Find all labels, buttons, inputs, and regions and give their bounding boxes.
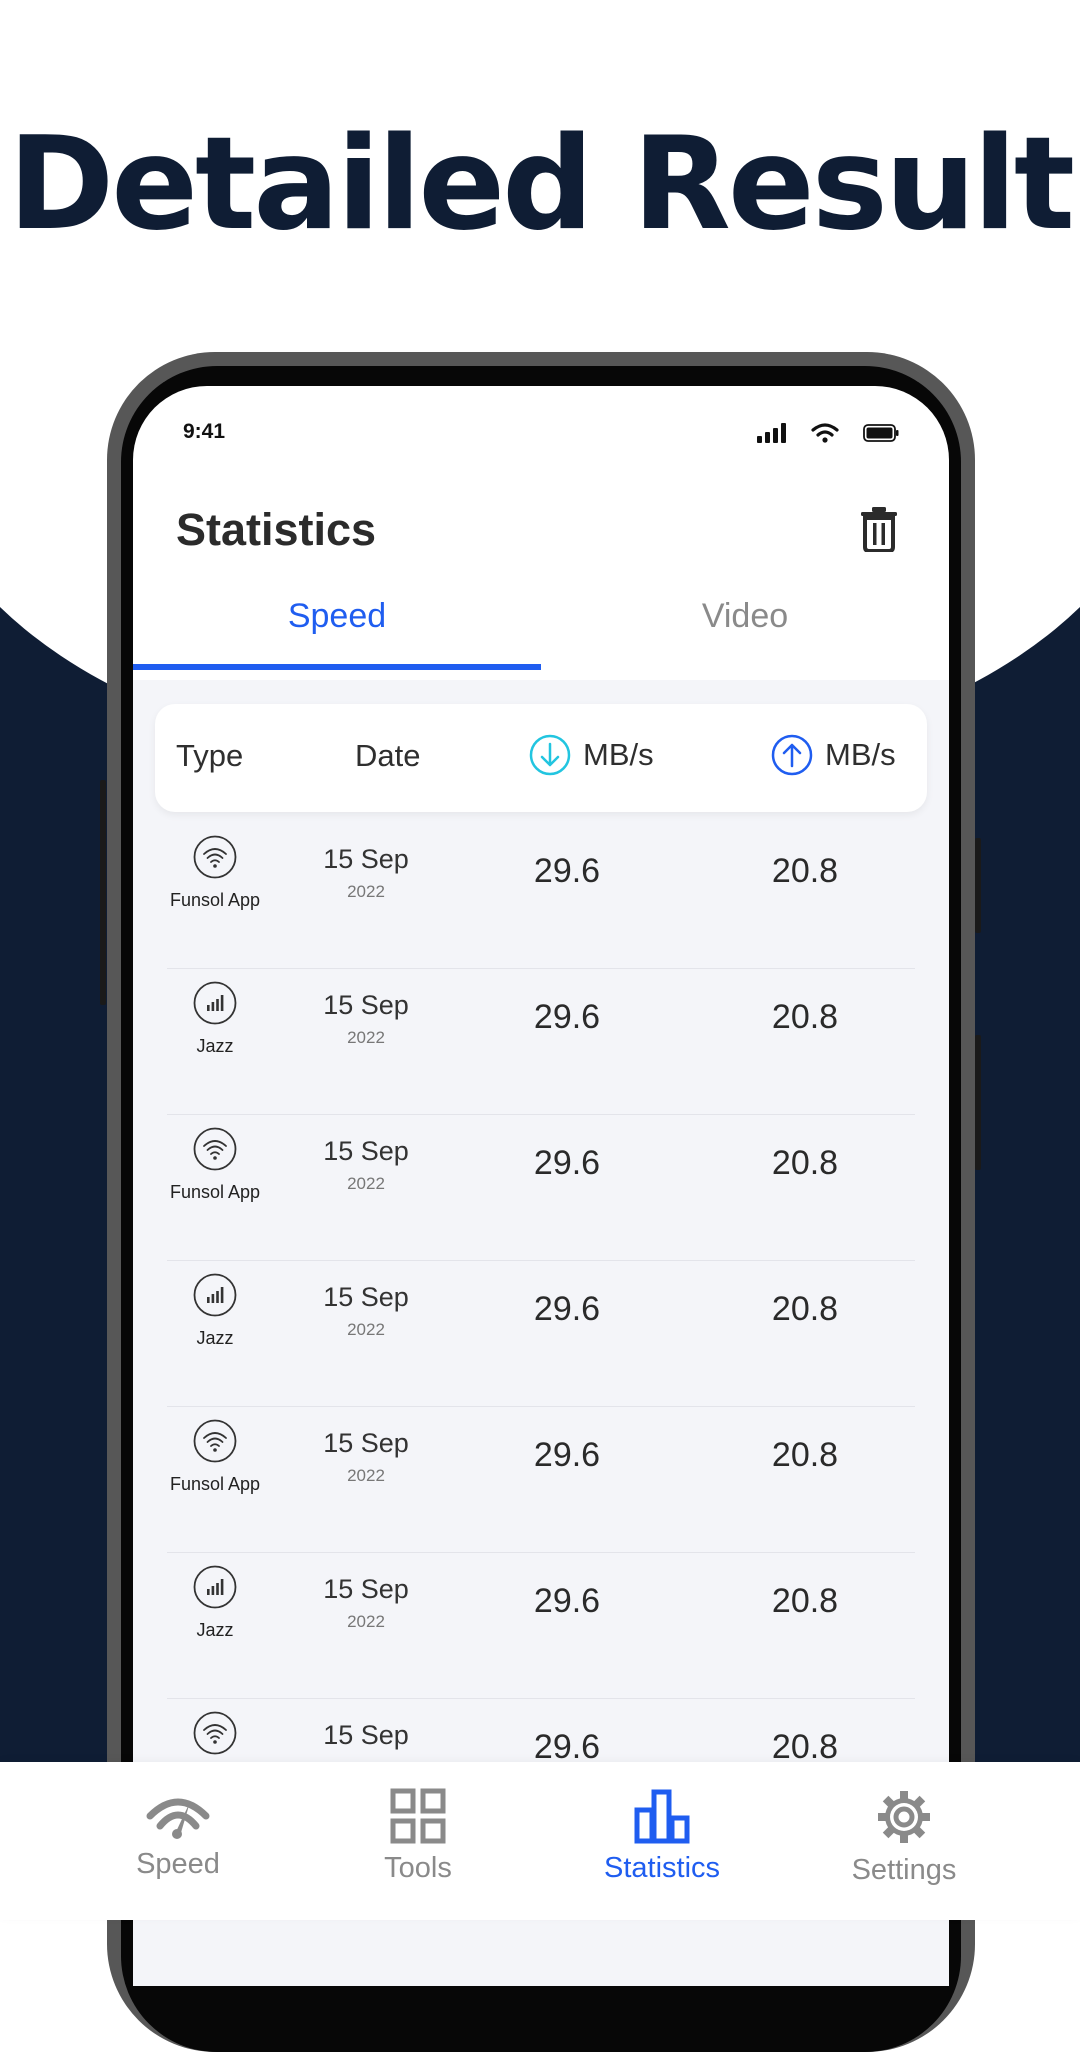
speedometer-icon [146, 1798, 210, 1839]
header-type: Type [176, 738, 244, 773]
row-year: 2022 [347, 1174, 385, 1193]
row-date: 15 Sep [323, 1428, 409, 1458]
phone-side-button [975, 838, 981, 933]
cellular-signal-icon [193, 1565, 237, 1609]
wifi-status-icon [811, 423, 839, 443]
row-download: 29.6 [533, 1290, 601, 1328]
tab-bar: Speed Video [133, 586, 949, 670]
row-type: Funsol App [169, 890, 261, 910]
row-download: 29.6 [533, 852, 601, 890]
nav-settings[interactable]: Settings [804, 1788, 1004, 1908]
row-download: 29.6 [533, 1436, 601, 1474]
row-upload: 20.8 [771, 1144, 839, 1182]
row-type: Jazz [196, 1620, 234, 1640]
row-date: 15 Sep [323, 990, 409, 1020]
row-upload: 20.8 [771, 1436, 839, 1474]
cellular-signal-icon [757, 423, 786, 443]
row-year: 2022 [347, 882, 385, 901]
nav-tools[interactable]: Tools [318, 1788, 518, 1908]
table-row[interactable]: Funsol App 15 Sep 2022 29.6 20.8 [167, 1406, 915, 1553]
row-date: 15 Sep [323, 1720, 409, 1750]
row-date: 15 Sep [323, 844, 409, 874]
wifi-icon [193, 1419, 237, 1463]
row-year: 2022 [347, 1612, 385, 1631]
nav-settings-label: Settings [851, 1854, 957, 1886]
table-row[interactable]: Jazz 15 Sep 2022 29.6 20.8 [167, 968, 915, 1115]
bottom-navigation: Speed Tools Statistics Settings [0, 1762, 1080, 1920]
upload-unit: MB/s [825, 737, 896, 772]
row-year: 2022 [347, 1320, 385, 1339]
row-type: Jazz [196, 1036, 234, 1056]
upload-arrow-icon [771, 734, 813, 776]
battery-icon [863, 424, 899, 442]
active-tab-indicator [133, 664, 541, 670]
row-type: Funsol App [169, 1474, 261, 1494]
row-upload: 20.8 [771, 1290, 839, 1328]
headline: Detailed Result [7, 110, 1075, 259]
row-type: Jazz [196, 1328, 234, 1348]
row-date: 15 Sep [323, 1282, 409, 1312]
row-upload: 20.8 [771, 1582, 839, 1620]
row-upload: 20.8 [771, 998, 839, 1036]
row-upload: 20.8 [771, 852, 839, 890]
nav-statistics-label: Statistics [603, 1852, 721, 1884]
table-row[interactable]: Funsol App 15 Sep 2022 29.6 20.8 [167, 1114, 915, 1261]
bar-chart-icon [634, 1789, 690, 1844]
phone-screen: 9:41 Statistics Speed Video Type Date MB… [133, 386, 949, 1986]
status-time: 9:41 [183, 420, 226, 443]
tab-speed[interactable]: Speed [133, 586, 541, 670]
nav-statistics[interactable]: Statistics [562, 1788, 762, 1908]
row-download: 29.6 [533, 1144, 601, 1182]
row-download: 29.6 [533, 1582, 601, 1620]
download-arrow-icon [529, 734, 571, 776]
nav-speed-label: Speed [136, 1848, 220, 1880]
wifi-icon [193, 1711, 237, 1755]
row-download: 29.6 [533, 998, 601, 1036]
table-row[interactable]: Jazz 15 Sep 2022 29.6 20.8 [167, 1552, 915, 1699]
tab-video[interactable]: Video [541, 586, 949, 670]
grid-icon [390, 1788, 446, 1844]
status-icons [757, 423, 899, 443]
wifi-icon [193, 835, 237, 879]
row-date: 15 Sep [323, 1136, 409, 1166]
download-unit: MB/s [583, 737, 654, 772]
table-header: Type Date MB/s MB/s [155, 704, 927, 812]
row-year: 2022 [347, 1028, 385, 1047]
header-upload: MB/s [771, 734, 896, 776]
row-year: 2022 [347, 1466, 385, 1485]
phone-side-button [100, 780, 106, 1005]
phone-side-button [975, 1035, 981, 1170]
cellular-signal-icon [193, 981, 237, 1025]
table-row[interactable]: Funsol App 15 Sep 2022 29.6 20.8 [167, 822, 915, 969]
delete-icon[interactable] [859, 506, 899, 552]
row-date: 15 Sep [323, 1574, 409, 1604]
cellular-signal-icon [193, 1273, 237, 1317]
gear-icon [878, 1791, 930, 1843]
header-date: Date [355, 738, 421, 773]
wifi-icon [193, 1127, 237, 1171]
table-row[interactable]: Jazz 15 Sep 2022 29.6 20.8 [167, 1260, 915, 1407]
page-title: Statistics [176, 504, 377, 555]
nav-tools-label: Tools [384, 1852, 452, 1884]
header-download: MB/s [529, 734, 654, 776]
nav-speed[interactable]: Speed [78, 1788, 278, 1908]
row-type: Funsol App [169, 1182, 261, 1202]
